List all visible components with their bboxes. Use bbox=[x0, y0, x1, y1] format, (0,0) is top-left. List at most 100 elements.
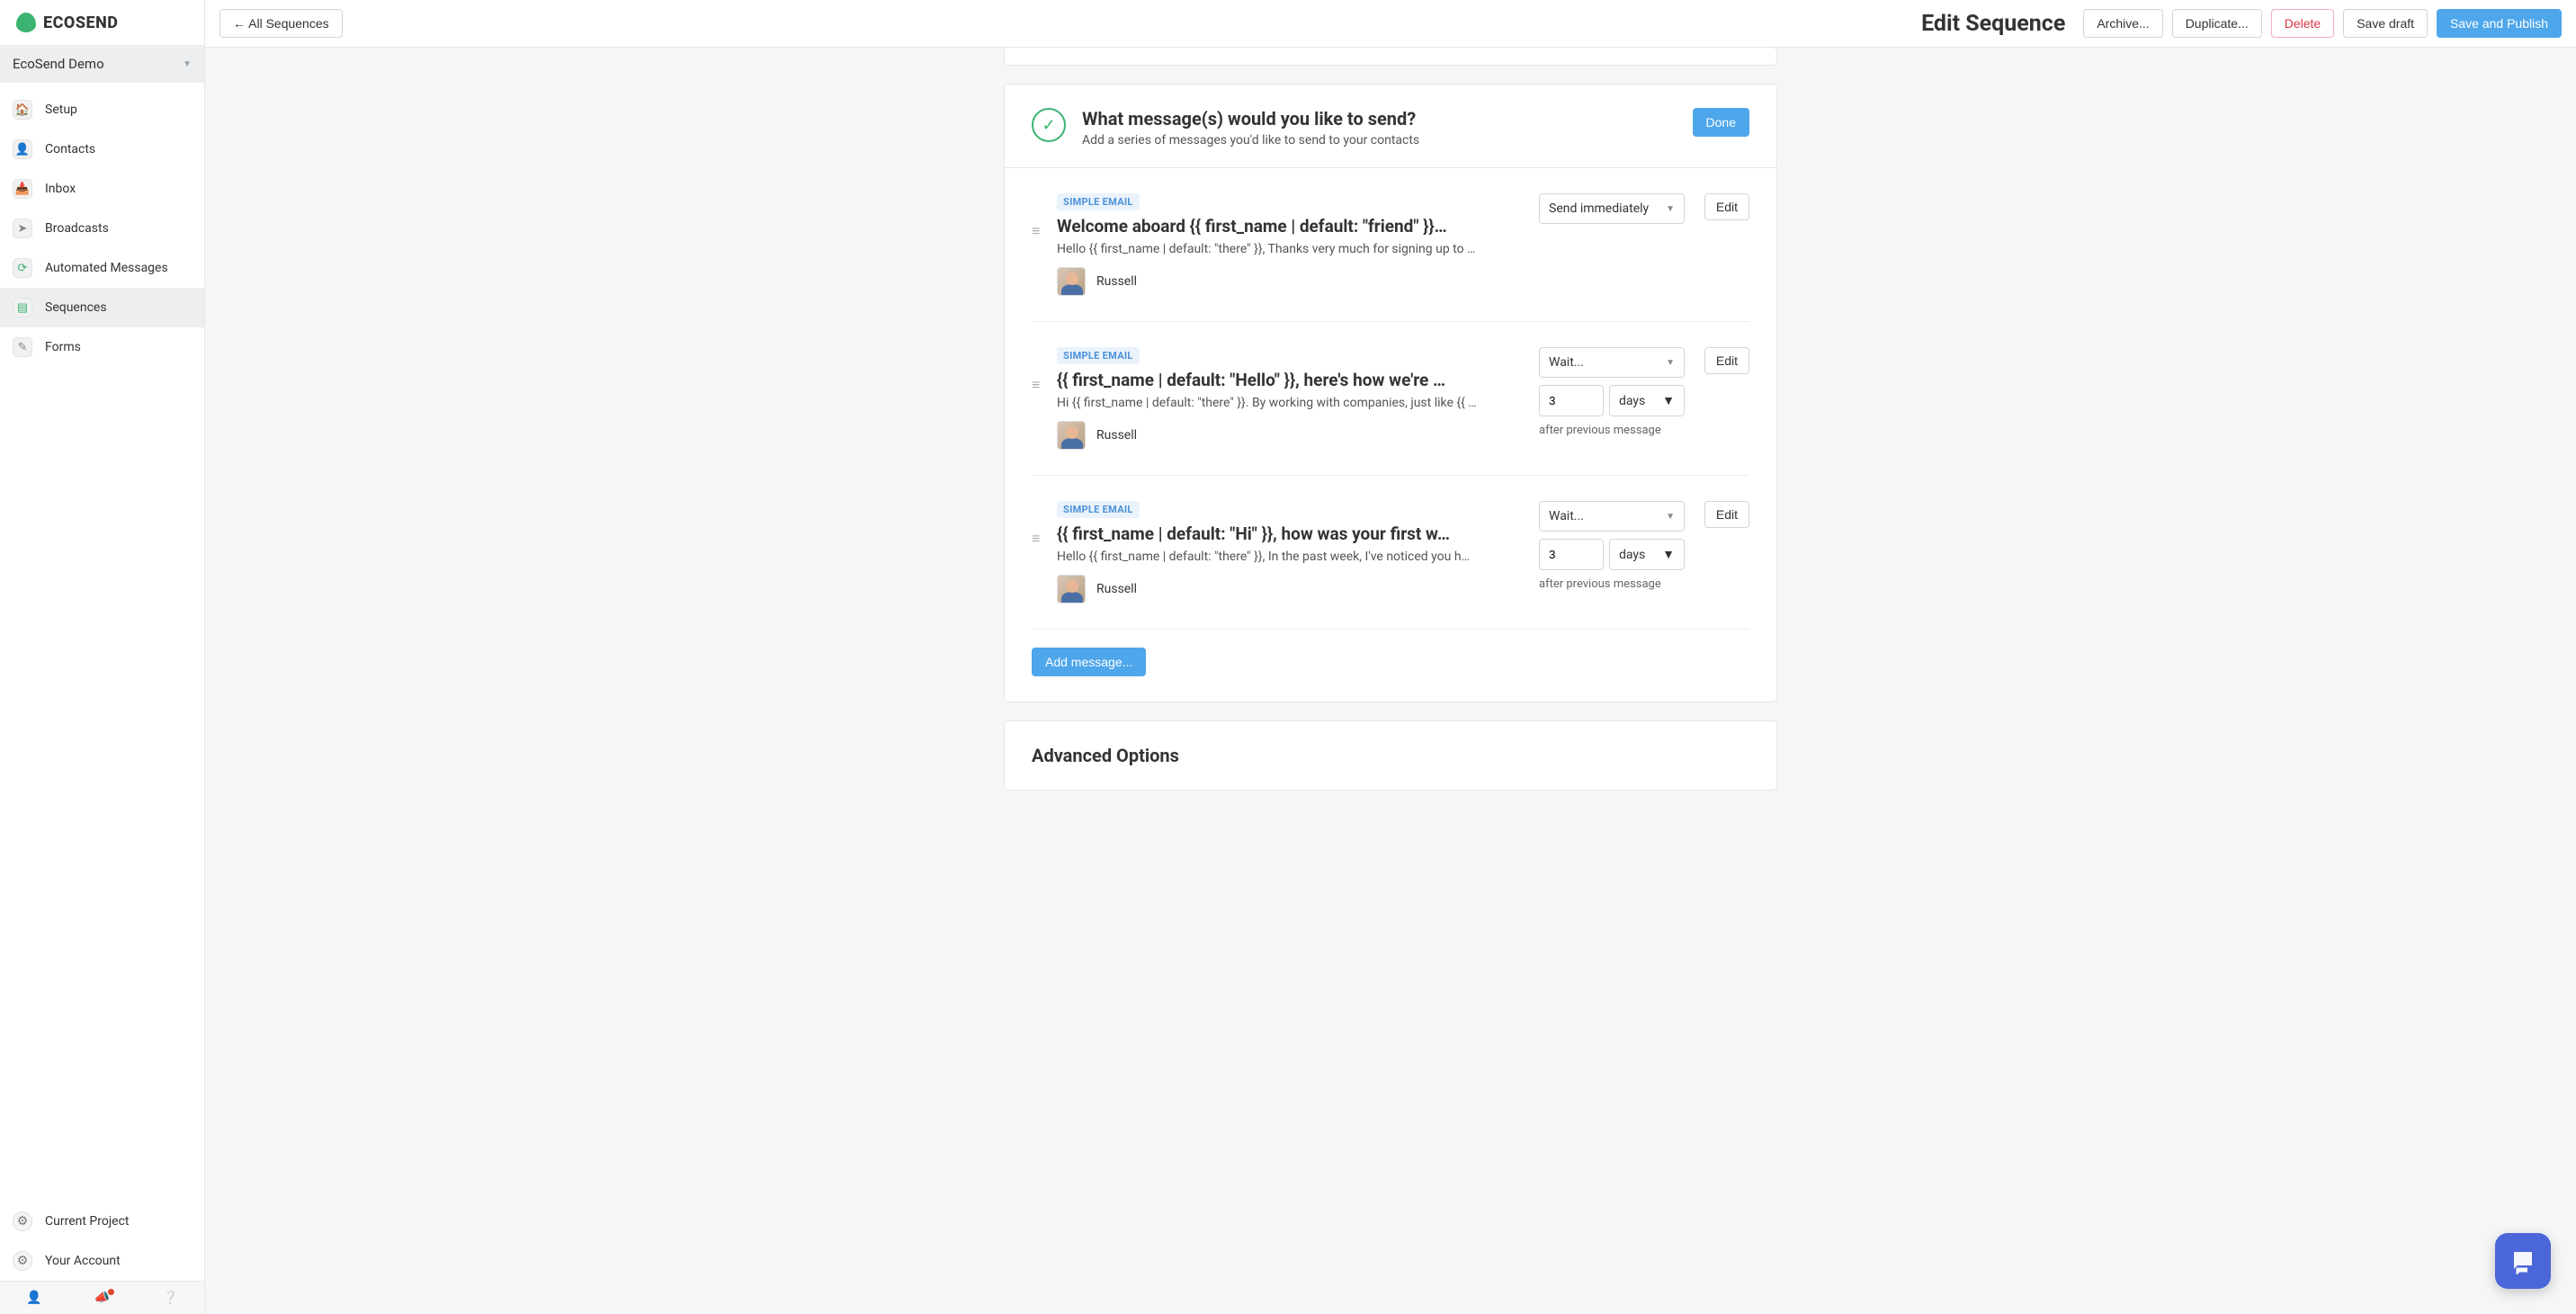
timing-controls: Send immediately ▼ bbox=[1539, 193, 1685, 224]
message-type-badge: SIMPLE EMAIL bbox=[1057, 501, 1140, 518]
chevron-down-icon: ▼ bbox=[1662, 547, 1675, 562]
card-header: ✓ What message(s) would you like to send… bbox=[1005, 85, 1776, 168]
message-row: SIMPLE EMAIL {{ first_name | default: "H… bbox=[1032, 322, 1749, 476]
status-help[interactable]: ❔ bbox=[136, 1282, 204, 1314]
section-subtitle: Add a series of messages you'd like to s… bbox=[1082, 133, 1677, 147]
sidebar-item-label: Broadcasts bbox=[45, 221, 109, 236]
message-preview: Hello {{ first_name | default: "there" }… bbox=[1057, 550, 1526, 564]
check-circle-icon: ✓ bbox=[1032, 108, 1066, 142]
drag-handle-icon[interactable] bbox=[1032, 347, 1044, 388]
nav-list: 🏠 Setup 👤 Contacts 📥 Inbox ➤ Broadcasts … bbox=[0, 83, 204, 1202]
topbar-actions: Archive... Duplicate... Delete Save draf… bbox=[2083, 9, 2562, 38]
back-label: All Sequences bbox=[248, 16, 329, 31]
wait-amount-input[interactable] bbox=[1539, 539, 1604, 570]
sidebar-item-current-project[interactable]: ⚙ Current Project bbox=[0, 1202, 204, 1241]
delete-button[interactable]: Delete bbox=[2271, 9, 2334, 38]
wait-unit-value: days bbox=[1619, 394, 1645, 408]
message-title[interactable]: {{ first_name | default: "Hi" }}, how wa… bbox=[1057, 523, 1526, 544]
sidebar-item-sequences[interactable]: ▤ Sequences bbox=[0, 288, 204, 327]
content: ✓ What message(s) would you like to send… bbox=[205, 48, 2576, 1314]
wait-amount-input[interactable] bbox=[1539, 385, 1604, 416]
message-preview: Hi {{ first_name | default: "there" }}. … bbox=[1057, 396, 1526, 410]
done-button[interactable]: Done bbox=[1693, 108, 1749, 137]
pencil-icon: ✎ bbox=[13, 337, 32, 357]
timing-mode-select[interactable]: Send immediately ▼ bbox=[1539, 193, 1685, 224]
avatar bbox=[1057, 575, 1086, 603]
chevron-down-icon: ▼ bbox=[1666, 358, 1675, 368]
sender: Russell bbox=[1057, 575, 1526, 603]
inbox-icon: 📥 bbox=[13, 179, 32, 199]
sidebar-item-label: Contacts bbox=[45, 142, 95, 156]
timing-mode-select[interactable]: Wait... ▼ bbox=[1539, 501, 1685, 532]
home-icon: 🏠 bbox=[13, 100, 32, 120]
save-draft-button[interactable]: Save draft bbox=[2343, 9, 2428, 38]
avatar bbox=[1057, 267, 1086, 296]
sidebar-item-broadcasts[interactable]: ➤ Broadcasts bbox=[0, 209, 204, 248]
drag-handle-icon[interactable] bbox=[1032, 193, 1044, 234]
person-icon: 👤 bbox=[26, 1291, 41, 1305]
drag-handle-icon[interactable] bbox=[1032, 501, 1044, 541]
duplicate-button[interactable]: Duplicate... bbox=[2172, 9, 2262, 38]
message-type-badge: SIMPLE EMAIL bbox=[1057, 347, 1140, 364]
arrow-left-icon: ← bbox=[233, 16, 246, 31]
timing-mode-select[interactable]: Wait... ▼ bbox=[1539, 347, 1685, 378]
sequence-icon: ▤ bbox=[13, 298, 32, 317]
sidebar-item-your-account[interactable]: ⚙ Your Account bbox=[0, 1241, 204, 1281]
brand-logo: ECOSEND bbox=[0, 0, 204, 45]
sidebar-item-forms[interactable]: ✎ Forms bbox=[0, 327, 204, 367]
page-title: Edit Sequence bbox=[353, 11, 2073, 37]
sender: Russell bbox=[1057, 267, 1526, 296]
chevron-down-icon: ▼ bbox=[1662, 393, 1675, 408]
timing-hint: after previous message bbox=[1539, 424, 1685, 437]
sidebar-item-automated[interactable]: ⟳ Automated Messages bbox=[0, 248, 204, 288]
sidebar-item-label: Inbox bbox=[45, 182, 76, 196]
chat-widget[interactable] bbox=[2495, 1233, 2551, 1289]
sender: Russell bbox=[1057, 421, 1526, 450]
card-body: SIMPLE EMAIL Welcome aboard {{ first_nam… bbox=[1005, 168, 1776, 702]
project-name: EcoSend Demo bbox=[13, 56, 104, 72]
sidebar-item-label: Your Account bbox=[45, 1254, 121, 1268]
save-publish-button[interactable]: Save and Publish bbox=[2437, 9, 2562, 38]
user-icon: 👤 bbox=[13, 139, 32, 159]
message-row: SIMPLE EMAIL Welcome aboard {{ first_nam… bbox=[1032, 168, 1749, 322]
gear-icon: ⚙ bbox=[13, 1251, 32, 1271]
section-title: What message(s) would you like to send? bbox=[1082, 108, 1677, 130]
sidebar-item-label: Sequences bbox=[45, 300, 107, 315]
timing-controls: Wait... ▼ days ▼ a bbox=[1539, 347, 1685, 437]
archive-button[interactable]: Archive... bbox=[2083, 9, 2162, 38]
status-bar: 👤 📣 ❔ bbox=[0, 1281, 204, 1314]
previous-card-stub bbox=[1004, 48, 1777, 66]
chevron-down-icon: ▼ bbox=[1666, 204, 1675, 214]
chat-icon bbox=[2509, 1247, 2536, 1274]
section-title: Advanced Options bbox=[1005, 721, 1776, 790]
avatar bbox=[1057, 421, 1086, 450]
timing-controls: Wait... ▼ days ▼ a bbox=[1539, 501, 1685, 591]
message-title[interactable]: Welcome aboard {{ first_name | default: … bbox=[1057, 216, 1526, 237]
edit-button[interactable]: Edit bbox=[1704, 193, 1749, 220]
project-selector[interactable]: EcoSend Demo ▼ bbox=[0, 45, 204, 83]
back-button[interactable]: ← All Sequences bbox=[219, 9, 343, 38]
wait-unit-select[interactable]: days ▼ bbox=[1609, 385, 1685, 416]
send-icon: ➤ bbox=[13, 219, 32, 238]
sidebar-item-inbox[interactable]: 📥 Inbox bbox=[0, 169, 204, 209]
sidebar-bottom: ⚙ Current Project ⚙ Your Account bbox=[0, 1202, 204, 1281]
sidebar-item-contacts[interactable]: 👤 Contacts bbox=[0, 130, 204, 169]
status-announce[interactable]: 📣 bbox=[68, 1282, 137, 1314]
status-user[interactable]: 👤 bbox=[0, 1282, 68, 1314]
message-row: SIMPLE EMAIL {{ first_name | default: "H… bbox=[1032, 476, 1749, 630]
tree-icon bbox=[16, 13, 36, 32]
wait-unit-value: days bbox=[1619, 548, 1645, 562]
edit-button[interactable]: Edit bbox=[1704, 501, 1749, 528]
sidebar-item-setup[interactable]: 🏠 Setup bbox=[0, 90, 204, 130]
chevron-down-icon: ▼ bbox=[1666, 512, 1675, 522]
notification-dot bbox=[108, 1289, 114, 1295]
refresh-icon: ⟳ bbox=[13, 258, 32, 278]
sidebar-item-label: Current Project bbox=[45, 1214, 130, 1229]
wait-unit-select[interactable]: days ▼ bbox=[1609, 539, 1685, 570]
gear-icon: ⚙ bbox=[13, 1211, 32, 1231]
message-title[interactable]: {{ first_name | default: "Hello" }}, her… bbox=[1057, 370, 1526, 390]
sender-name: Russell bbox=[1096, 428, 1137, 442]
add-message-button[interactable]: Add message... bbox=[1032, 648, 1146, 676]
sidebar: ECOSEND EcoSend Demo ▼ 🏠 Setup 👤 Contact… bbox=[0, 0, 205, 1314]
edit-button[interactable]: Edit bbox=[1704, 347, 1749, 374]
